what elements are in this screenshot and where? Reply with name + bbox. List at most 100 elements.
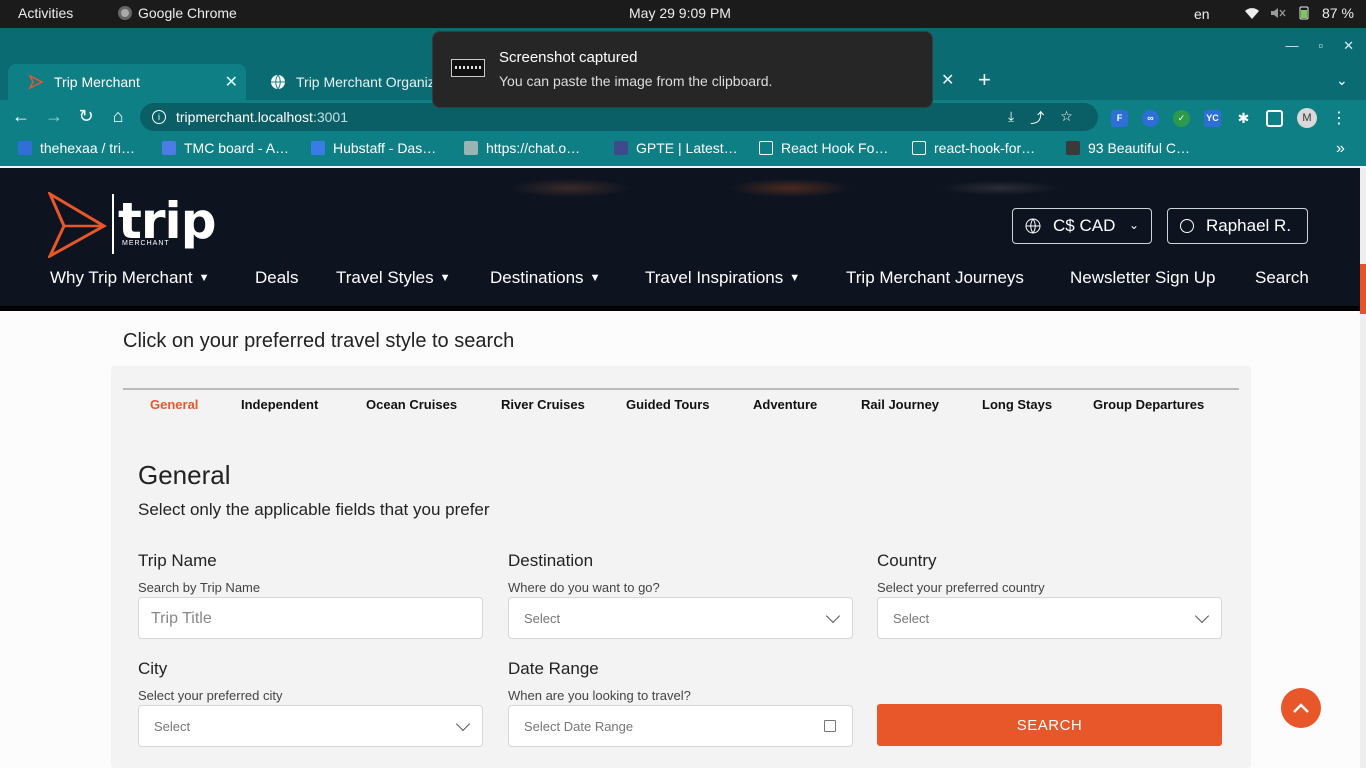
style-tab[interactable]: Group Departures — [1093, 397, 1204, 412]
minimize-icon[interactable]: — — [1285, 38, 1298, 54]
page-scrollbar[interactable] — [1360, 168, 1366, 768]
site-info-icon[interactable]: i — [152, 110, 166, 124]
scroll-to-top-button[interactable] — [1281, 688, 1321, 728]
section-subheading: Select only the applicable fields that y… — [138, 500, 490, 519]
chevron-down-icon: ⌄ — [1128, 218, 1139, 232]
destination-value: Select — [524, 611, 561, 626]
new-tab-button[interactable]: + — [978, 67, 991, 93]
forward-button[interactable]: → — [43, 106, 65, 127]
currency-selector[interactable]: C$ CAD ⌄ — [1012, 208, 1152, 244]
clock[interactable]: May 29 9:09 PM — [629, 5, 731, 21]
nav-item[interactable]: Deals — [255, 268, 298, 288]
country-select[interactable]: Select — [877, 597, 1222, 639]
side-panel-icon[interactable] — [1266, 109, 1283, 127]
nav-item[interactable]: Search — [1255, 268, 1309, 288]
nav-item-label: Why Trip Merchant — [50, 268, 193, 287]
style-tab[interactable]: Independent — [241, 397, 318, 412]
bookmark-item[interactable]: react-hook-for… — [912, 140, 1035, 156]
nav-item[interactable]: Newsletter Sign Up — [1070, 268, 1216, 288]
date-range-input[interactable]: Select Date Range — [508, 705, 853, 747]
city-value: Select — [154, 719, 191, 734]
bookmark-item[interactable]: TMC board - A… — [162, 140, 289, 156]
notification-body: You can paste the image from the clipboa… — [499, 73, 773, 89]
reload-button[interactable]: ↻ — [75, 106, 97, 127]
search-button[interactable]: SEARCH — [877, 704, 1222, 746]
date-range-placeholder: Select Date Range — [524, 719, 634, 734]
section-heading: General — [138, 460, 231, 490]
tab-close-icon[interactable]: ✕ — [225, 72, 238, 92]
nav-item[interactable]: Travel Styles ▼ — [336, 268, 451, 288]
country-hint: Select your preferred country — [877, 580, 1045, 595]
bookmark-item[interactable]: thehexaa / tri… — [18, 140, 135, 156]
battery-percent: 87 % — [1322, 5, 1354, 21]
site-logo[interactable]: trip MERCHANT — [48, 192, 216, 258]
share-icon[interactable]: ⤴ — [1030, 108, 1044, 128]
scrollbar-thumb[interactable] — [1360, 264, 1366, 314]
nav-item[interactable]: Why Trip Merchant ▼ — [50, 268, 210, 288]
destination-select[interactable]: Select — [508, 597, 853, 639]
close-window-icon[interactable]: ✕ — [1343, 38, 1354, 54]
style-tab[interactable]: General — [150, 397, 198, 412]
logo-divider — [112, 194, 114, 254]
bookmark-label: 93 Beautiful C… — [1088, 140, 1190, 156]
city-select[interactable]: Select — [138, 705, 483, 747]
nav-item[interactable]: Trip Merchant Journeys — [846, 268, 1024, 288]
input-language[interactable]: en — [1194, 6, 1210, 22]
style-tab[interactable]: Long Stays — [982, 397, 1052, 412]
bookmark-item[interactable]: https://chat.o… — [464, 140, 580, 156]
nav-item[interactable]: Travel Inspirations ▼ — [645, 268, 800, 288]
globe-icon — [1025, 218, 1041, 234]
page-icon — [912, 141, 926, 155]
nav-item[interactable]: Destinations ▼ — [490, 268, 600, 288]
bookmark-item[interactable]: React Hook Fo… — [759, 140, 888, 156]
chrome-menu-icon[interactable]: ⋮ — [1331, 108, 1347, 128]
bookmark-item[interactable]: 93 Beautiful C… — [1066, 140, 1190, 156]
country-value: Select — [893, 611, 930, 626]
install-icon[interactable]: ⤓ — [1008, 108, 1014, 128]
system-tray[interactable]: 87 % — [1244, 5, 1354, 21]
user-account-button[interactable]: Raphael R. — [1167, 208, 1308, 244]
back-button[interactable]: ← — [10, 106, 32, 127]
nav-item-label: Trip Merchant Journeys — [846, 268, 1024, 287]
extension-infinity-icon[interactable]: ∞ — [1142, 109, 1159, 127]
extension-yc-icon[interactable]: YC — [1204, 109, 1221, 127]
bookmark-star-icon[interactable]: ☆ — [1060, 108, 1073, 128]
home-button[interactable]: ⌂ — [107, 106, 129, 127]
bookmark-item[interactable]: GPTE | Latest… — [614, 140, 738, 156]
url-port: :3001 — [312, 109, 348, 125]
github-icon — [18, 141, 32, 155]
profile-avatar[interactable]: M — [1297, 108, 1317, 128]
active-app-menu[interactable]: Google Chrome — [118, 5, 237, 21]
jira-icon — [162, 141, 176, 155]
extensions-puzzle-icon[interactable]: ✱ — [1235, 110, 1252, 127]
tab-trip-merchant-organiz[interactable]: Trip Merchant Organiz — [250, 64, 440, 100]
trip-name-input[interactable]: Trip Title — [138, 597, 483, 639]
activities-button[interactable]: Activities — [18, 5, 73, 21]
trip-name-label: Trip Name — [138, 551, 217, 570]
tab-search-chevron-icon[interactable]: ⌄ — [1336, 72, 1348, 89]
calendar-icon — [824, 720, 836, 732]
style-tab[interactable]: River Cruises — [501, 397, 585, 412]
style-tab[interactable]: Guided Tours — [626, 397, 710, 412]
extension-shield-icon[interactable]: ✓ — [1173, 109, 1190, 127]
style-tab[interactable]: Rail Journey — [861, 397, 939, 412]
chrome-icon — [118, 6, 132, 20]
user-icon — [1180, 219, 1194, 233]
chevron-down-icon — [455, 716, 471, 732]
style-tab[interactable]: Adventure — [753, 397, 817, 412]
nav-item-label: Search — [1255, 268, 1309, 287]
travel-style-prompt: Click on your preferred travel style to … — [123, 330, 515, 352]
extension-fi-icon[interactable]: F — [1111, 109, 1128, 127]
dribbble-icon — [1066, 141, 1080, 155]
chevron-up-icon — [1293, 703, 1309, 713]
screenshot-notification[interactable]: Screenshot captured You can paste the im… — [432, 31, 933, 108]
gpte-icon — [614, 141, 628, 155]
maximize-icon[interactable]: ▫ — [1318, 38, 1323, 54]
more-bookmarks-icon[interactable]: » — [1336, 140, 1345, 158]
bookmark-item[interactable]: Hubstaff - Das… — [311, 140, 436, 156]
style-tab[interactable]: Ocean Cruises — [366, 397, 457, 412]
logo-arrow-icon — [48, 192, 108, 258]
wifi-icon — [1245, 8, 1259, 19]
tab-close-icon[interactable]: ✕ — [941, 70, 954, 90]
tab-trip-merchant[interactable]: Trip Merchant ✕ — [8, 64, 246, 100]
